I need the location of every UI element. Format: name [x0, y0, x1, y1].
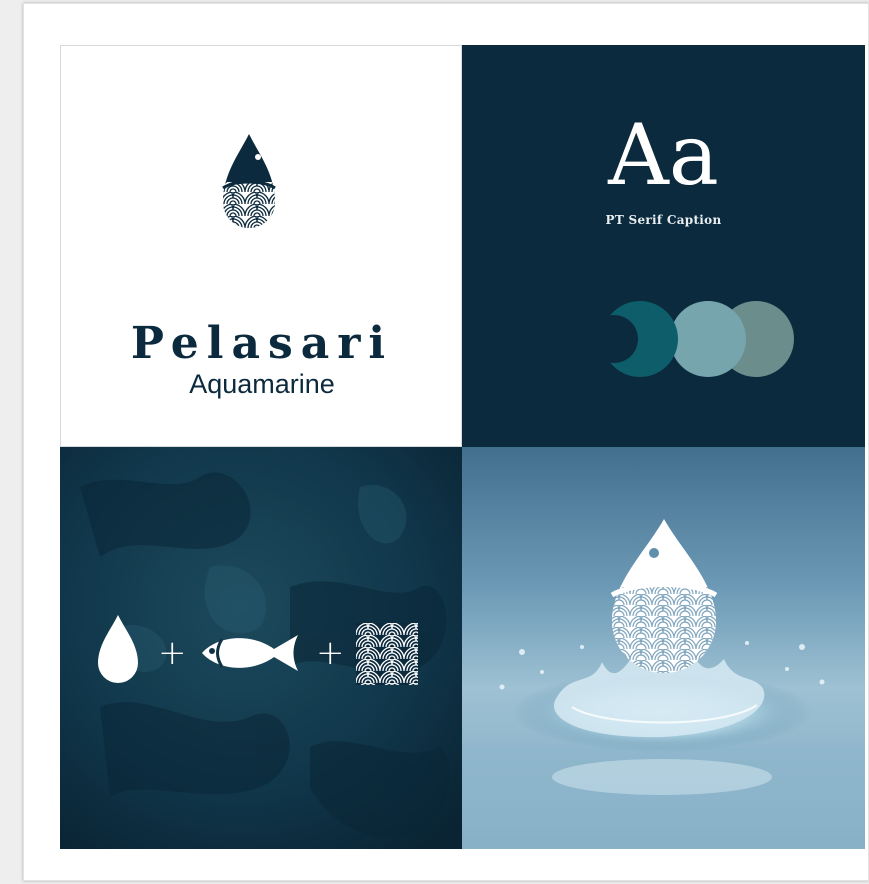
plus-sign: +: [316, 633, 345, 673]
brand-name: Pelasari: [130, 318, 394, 369]
plus-sign: +: [158, 633, 187, 673]
swatch-2: [670, 301, 746, 377]
color-palette: [600, 301, 794, 377]
drop-fish-wave-icon: [610, 519, 718, 673]
brand-panel: Pelasari Aquamarine: [60, 45, 462, 447]
font-name: PT Serif Caption: [605, 213, 722, 227]
fish-icon: [202, 635, 298, 671]
drop-fish-wave-icon: [222, 134, 276, 228]
brand-subtitle: Aquamarine: [189, 369, 335, 399]
typography-panel: Aa PT Serif Caption: [462, 45, 865, 447]
drop-icon: [98, 615, 138, 683]
mockup-panel: [462, 447, 865, 849]
type-sample: Aa: [608, 106, 719, 204]
construction-panel: + +: [60, 447, 462, 849]
wave-pattern-icon: [356, 623, 418, 685]
